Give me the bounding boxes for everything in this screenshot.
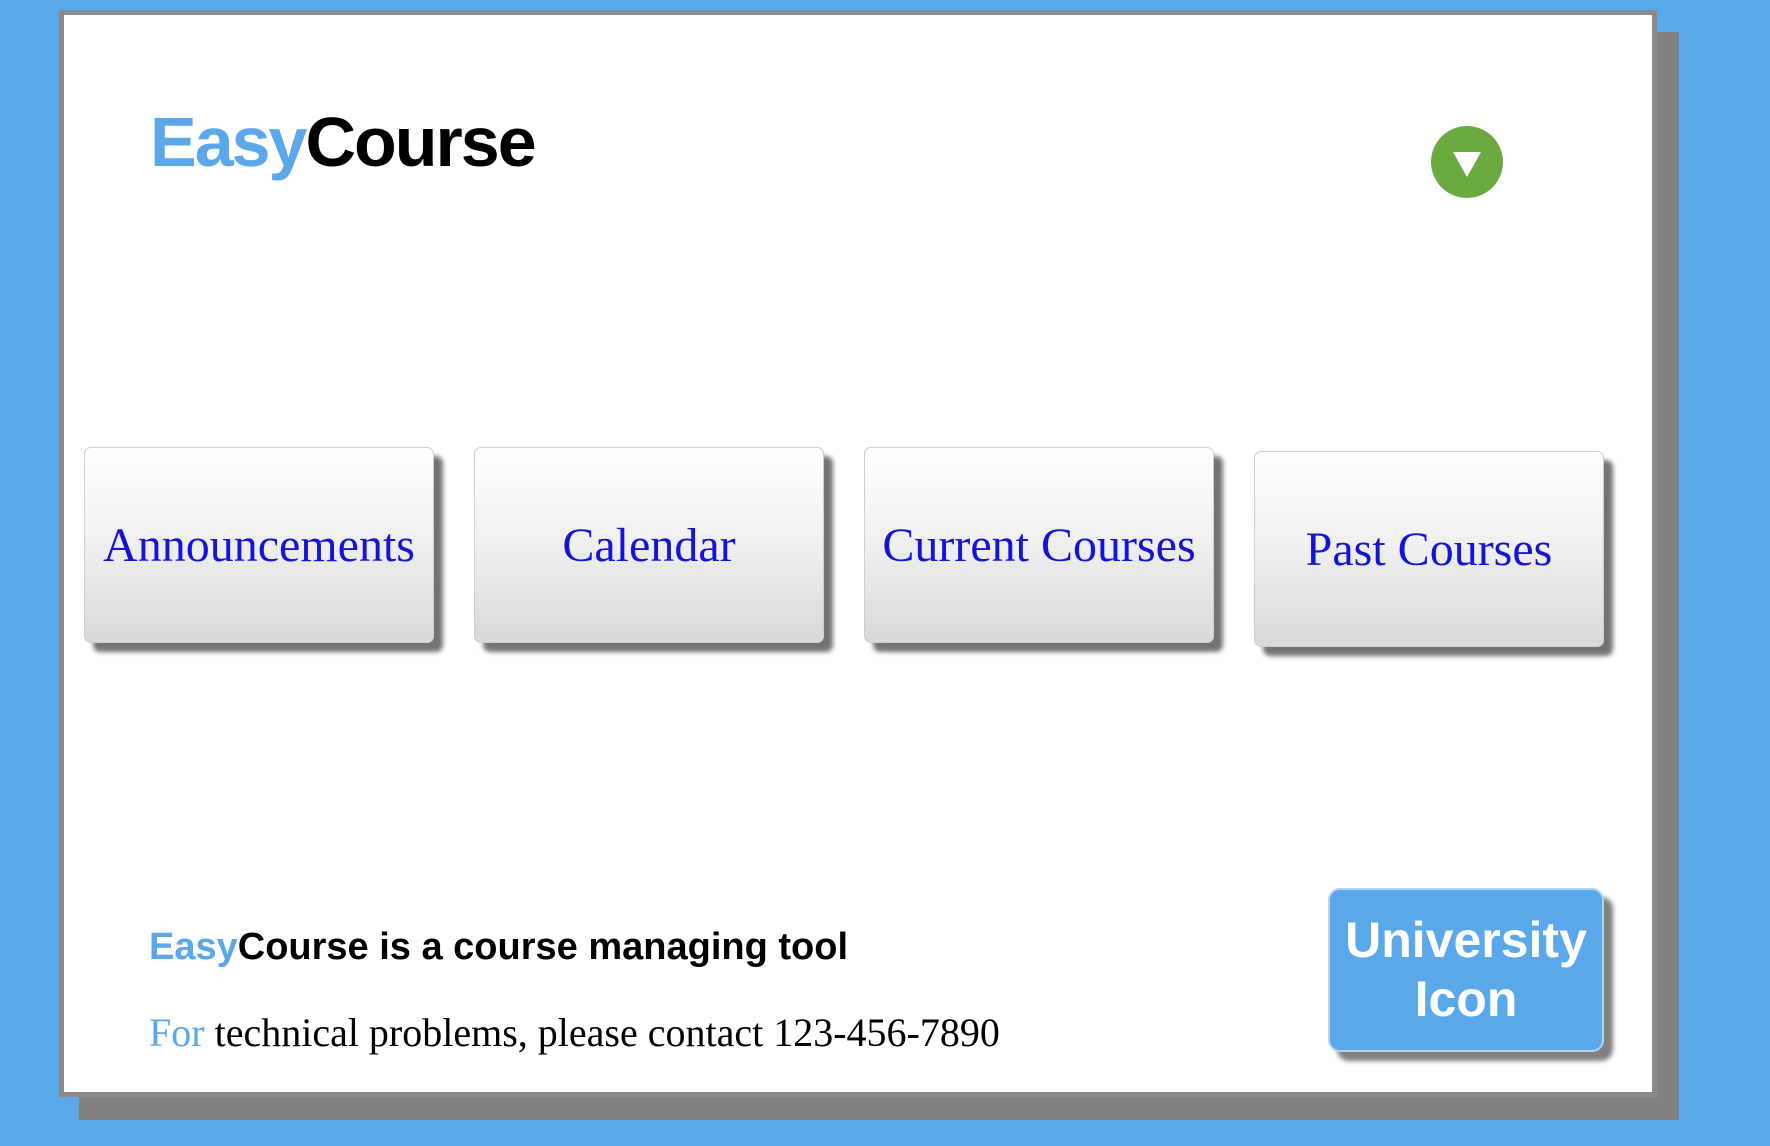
university-line2: Icon bbox=[1414, 971, 1518, 1027]
university-line1: University bbox=[1345, 912, 1587, 968]
announcements-button[interactable]: Announcements bbox=[84, 447, 434, 643]
calendar-button[interactable]: Calendar bbox=[474, 447, 824, 643]
chevron-down-icon bbox=[1453, 152, 1481, 177]
tagline-easy: Easy bbox=[149, 926, 238, 968]
contact-for: For bbox=[149, 1010, 205, 1055]
contact-text: technical problems, please contact 123-4… bbox=[204, 1010, 1000, 1055]
university-label: University Icon bbox=[1345, 911, 1587, 1029]
tagline-text: Course is a course managing tool bbox=[237, 926, 848, 968]
logo: EasyCourse bbox=[150, 107, 537, 177]
past-courses-button[interactable]: Past Courses bbox=[1254, 451, 1604, 647]
current-courses-button[interactable]: Current Courses bbox=[864, 447, 1214, 643]
contact-info: For technical problems, please contact 1… bbox=[149, 1013, 1000, 1053]
university-icon-button[interactable]: University Icon bbox=[1328, 888, 1604, 1052]
logo-easy: Easy bbox=[150, 103, 307, 181]
tagline: EasyCourse is a course managing tool bbox=[149, 928, 848, 966]
main-card: EasyCourse Announcements Calendar Curren… bbox=[59, 10, 1657, 1097]
logo-course: Course bbox=[305, 103, 536, 181]
dropdown-menu-button[interactable] bbox=[1431, 126, 1503, 198]
